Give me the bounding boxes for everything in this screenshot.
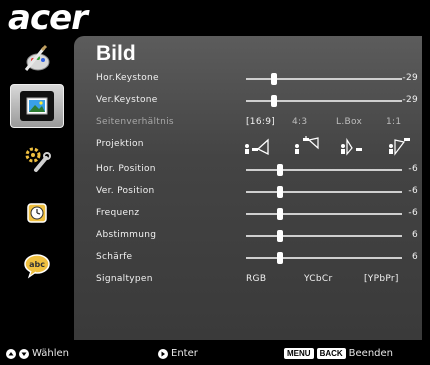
ver-position-value: -6 <box>408 186 418 196</box>
sharpness-value: 6 <box>411 252 418 262</box>
frequency-value: -6 <box>408 208 418 218</box>
osd-screen: acer abc Bild Hor.Keystone -29 Ver.Keyst… <box>0 0 430 365</box>
projection-rear-ceiling-icon[interactable] <box>388 136 414 156</box>
slider-knob[interactable] <box>277 230 284 242</box>
sharpness-row[interactable]: Schärfe 6 <box>96 248 418 268</box>
tracking-row[interactable]: Abstimmung 6 <box>96 226 418 246</box>
signal-type-label: Signaltypen <box>96 274 153 284</box>
sidebar-item-language[interactable]: abc <box>14 246 60 284</box>
up-arrow-icon <box>6 348 16 359</box>
aspect-option-4-3[interactable]: 4:3 <box>292 117 307 127</box>
projection-front-desk-icon[interactable] <box>244 136 270 156</box>
help-enter-label: Enter <box>171 348 198 359</box>
slider-knob[interactable] <box>271 95 278 107</box>
right-arrow-icon <box>158 348 168 359</box>
help-exit-label: Beenden <box>348 348 394 359</box>
projection-label: Projektion <box>96 139 144 149</box>
aspect-option-lbox[interactable]: L.Box <box>336 117 362 127</box>
tracking-label: Abstimmung <box>96 230 157 240</box>
frequency-row[interactable]: Frequenz -6 <box>96 204 418 224</box>
hor-position-value: -6 <box>408 164 418 174</box>
hor-position-label: Hor. Position <box>96 164 156 174</box>
slider-knob[interactable] <box>277 164 284 176</box>
help-select: Wählen <box>6 348 69 359</box>
hor-position-row[interactable]: Hor. Position -6 <box>96 160 418 180</box>
page-title: Bild <box>96 42 136 65</box>
sidebar-item-image[interactable] <box>10 84 64 128</box>
menu-key: MENU <box>284 348 314 359</box>
sidebar-item-color[interactable] <box>14 40 60 78</box>
language-bubble-icon: abc <box>24 254 50 279</box>
projection-rear-desk-icon[interactable] <box>340 136 366 156</box>
ver-position-row[interactable]: Ver. Position -6 <box>96 182 418 202</box>
hor-keystone-slider[interactable] <box>246 73 402 85</box>
back-key: BACK <box>316 348 346 359</box>
projection-row[interactable]: Projektion <box>96 135 418 159</box>
signal-option-ycbcr[interactable]: YCbCr <box>304 274 333 284</box>
clock-icon <box>27 203 47 223</box>
svg-text:abc: abc <box>29 260 45 269</box>
aspect-option-16-9[interactable]: [16:9] <box>246 117 275 127</box>
tracking-slider[interactable] <box>246 230 402 242</box>
hor-keystone-row[interactable]: Hor.Keystone -29 <box>96 69 418 89</box>
sharpness-slider[interactable] <box>246 252 402 264</box>
slider-knob[interactable] <box>277 252 284 264</box>
color-palette-icon <box>24 44 50 71</box>
picture-menu-panel: Bild Hor.Keystone -29 Ver.Keystone -29 S… <box>74 36 422 340</box>
down-arrow-icon <box>19 348 29 359</box>
ver-keystone-value: -29 <box>402 95 418 105</box>
help-bar: Wählen Enter MENU BACK Beenden <box>0 340 430 365</box>
ver-position-slider[interactable] <box>246 186 402 198</box>
picture-icon <box>26 97 48 115</box>
ver-keystone-slider[interactable] <box>246 95 402 107</box>
signal-option-rgb[interactable]: RGB <box>246 274 266 284</box>
gear-wrench-icon <box>25 147 51 172</box>
hor-position-slider[interactable] <box>246 164 402 176</box>
frequency-slider[interactable] <box>246 208 402 220</box>
frequency-label: Frequenz <box>96 208 140 218</box>
sidebar-item-settings[interactable] <box>14 140 60 178</box>
sidebar: abc <box>0 36 74 340</box>
ver-keystone-label: Ver.Keystone <box>96 95 158 105</box>
signal-option-ypbpr[interactable]: [YPbPr] <box>364 274 399 284</box>
sharpness-label: Schärfe <box>96 252 133 262</box>
slider-knob[interactable] <box>277 208 284 220</box>
slider-knob[interactable] <box>271 73 278 85</box>
ver-position-label: Ver. Position <box>96 186 155 196</box>
ver-keystone-row[interactable]: Ver.Keystone -29 <box>96 91 418 111</box>
help-select-label: Wählen <box>32 348 69 359</box>
brand-logo: acer <box>8 0 88 38</box>
slider-knob[interactable] <box>277 186 284 198</box>
projection-front-ceiling-icon[interactable] <box>294 136 320 156</box>
help-exit: MENU BACK Beenden <box>284 348 393 359</box>
aspect-ratio-label: Seitenverhältnis <box>96 117 174 127</box>
signal-type-row[interactable]: Signaltypen RGB YCbCr [YPbPr] <box>96 270 418 290</box>
help-enter: Enter <box>158 348 198 359</box>
hor-keystone-value: -29 <box>402 73 418 83</box>
hor-keystone-label: Hor.Keystone <box>96 73 159 83</box>
aspect-option-1-1[interactable]: 1:1 <box>386 117 401 127</box>
tracking-value: 6 <box>411 230 418 240</box>
aspect-ratio-row[interactable]: Seitenverhältnis [16:9] 4:3 L.Box 1:1 <box>96 113 418 133</box>
sidebar-item-timer[interactable] <box>14 194 60 232</box>
